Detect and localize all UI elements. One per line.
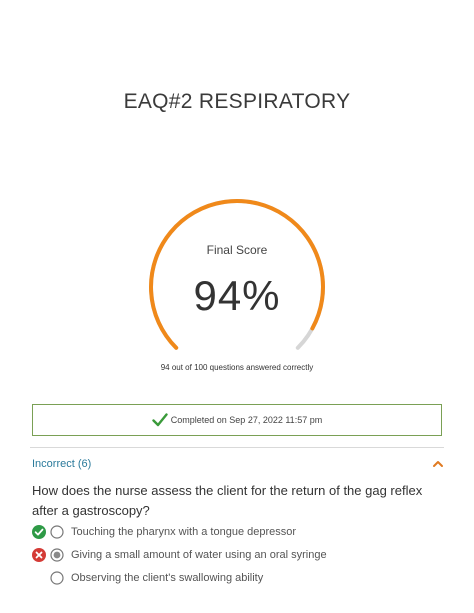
completed-text: Completed on Sep 27, 2022 11:57 pm [170,415,323,425]
answer-option: Giving a small amount of water using an … [32,547,442,563]
score-percent: 94% [193,272,281,319]
divider [30,447,444,448]
answer-label: Touching the pharynx with a tongue depre… [71,526,297,538]
chevron-up-icon[interactable] [432,459,444,469]
score-gauge [0,0,474,400]
incorrect-section-header[interactable]: Incorrect (6) [32,455,444,473]
answer-radio-selected[interactable] [50,548,64,562]
score-label: Final Score [206,243,268,257]
check-circle-icon [32,525,46,539]
completed-banner: Completed on Sep 27, 2022 11:57 pm [32,404,442,436]
answer-option: Touching the pharynx with a tongue depre… [32,524,442,540]
score-gauge-arc [149,199,325,350]
answer-option: Observing the client's swallowing abilit… [32,570,442,586]
question-text: How does the nurse assess the client for… [32,483,423,518]
answer-label: Observing the client's swallowing abilit… [71,572,264,584]
answer-radio[interactable] [50,571,64,585]
blank-mark [32,571,46,585]
checkmark-icon [152,413,168,427]
x-circle-icon [32,548,46,562]
score-summary: 94 out of 100 questions answered correct… [160,363,314,372]
answer-radio[interactable] [50,525,64,539]
answer-label: Giving a small amount of water using an … [71,549,327,561]
section-title: Incorrect (6) [32,458,92,470]
